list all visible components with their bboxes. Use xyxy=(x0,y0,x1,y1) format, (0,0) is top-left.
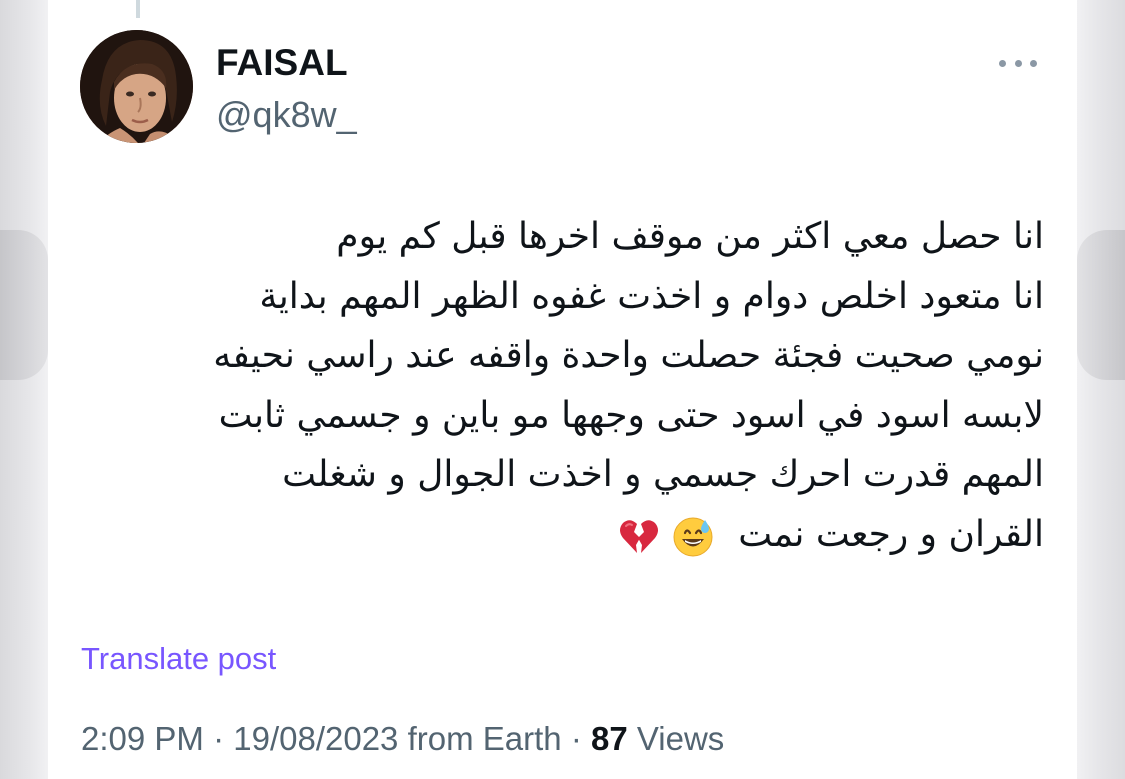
grinning-sweat-emoji-icon xyxy=(673,517,713,557)
tweet-last-line: القران و رجعت نمت xyxy=(84,505,1044,565)
views-count[interactable]: 87 xyxy=(591,720,628,757)
tweet-line: لابسه اسود في اسود حتى وجهها مو باين و ج… xyxy=(218,394,1044,436)
author-handle[interactable]: @qk8w_ xyxy=(216,92,357,138)
avatar-portrait-image xyxy=(80,30,193,143)
tweet-line: القران و رجعت نمت xyxy=(738,513,1044,555)
views-label[interactable]: Views xyxy=(637,720,724,757)
background-right-edge xyxy=(1077,0,1125,779)
background-left-shade xyxy=(0,230,48,380)
thread-connector-line xyxy=(136,0,140,18)
meta-separator: · xyxy=(213,720,225,757)
tweet-metadata: 2:09 PM · 19/08/2023 from Earth · 87 Vie… xyxy=(81,717,724,761)
tweet-line: انا متعود اخلص دوام و اخذت غفوه الظهر ال… xyxy=(259,275,1044,317)
broken-heart-emoji-icon xyxy=(619,520,658,553)
post-date[interactable]: 19/08/2023 xyxy=(233,720,398,757)
tweet-card: FAISAL @qk8w_ انا حصل معي اكثر من موقف ا… xyxy=(48,0,1077,779)
tweet-text: انا حصل معي اكثر من موقف اخرها قبل كم يو… xyxy=(84,207,1044,565)
avatar[interactable] xyxy=(80,30,193,143)
more-dot xyxy=(1014,59,1022,67)
meta-separator: · xyxy=(570,720,582,757)
more-options-icon[interactable] xyxy=(996,50,1040,76)
tweet-line: المهم قدرت احرك جسمي و اخذت الجوال و شغل… xyxy=(282,454,1044,496)
more-dot xyxy=(1030,59,1037,67)
tweet-line: انا حصل معي اكثر من موقف اخرها قبل كم يو… xyxy=(336,216,1044,257)
tweet-line: نومي صحيت فجئة حصلت واحدة واقفه عند راسي… xyxy=(213,335,1044,377)
translate-post-link[interactable]: Translate post xyxy=(81,639,276,679)
emoji-group xyxy=(617,514,715,558)
post-source: from Earth xyxy=(407,720,562,757)
more-dot xyxy=(999,59,1006,67)
background-right-shade xyxy=(1077,230,1125,380)
background-left-edge xyxy=(0,0,48,779)
author-display-name[interactable]: FAISAL xyxy=(216,40,348,86)
post-time[interactable]: 2:09 PM xyxy=(81,720,204,757)
